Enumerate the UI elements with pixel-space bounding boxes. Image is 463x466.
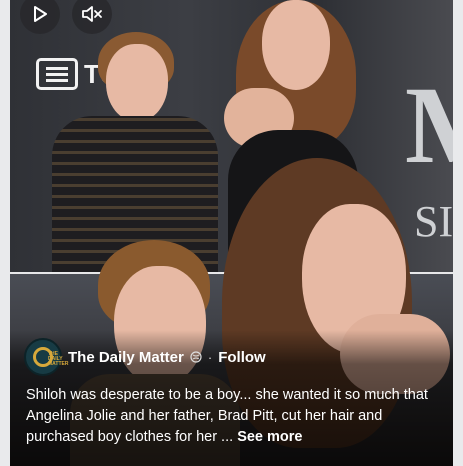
- page-avatar[interactable]: THE DAILY MATTER: [24, 338, 69, 376]
- page-name-link[interactable]: The Daily Matter: [68, 349, 184, 366]
- speaker-muted-icon: [82, 6, 102, 22]
- page-header: THE DAILY MATTER The Daily Matter · Foll…: [24, 338, 266, 376]
- post-caption-overlay: THE DAILY MATTER The Daily Matter · Foll…: [10, 330, 453, 466]
- tv-icon: [36, 58, 78, 90]
- avatar-text: THE DAILY MATTER: [48, 351, 69, 367]
- see-more-link[interactable]: See more: [237, 429, 302, 445]
- post-caption: Shiloh was desperate to be a boy... she …: [26, 385, 440, 448]
- follow-button[interactable]: Follow: [218, 349, 266, 366]
- poster-letters-bottom: SI: [414, 197, 453, 246]
- globe-icon: [190, 351, 202, 363]
- post-media-frame: TSION M SI: [0, 0, 463, 466]
- play-icon: [34, 6, 47, 22]
- poster-letter: M: [405, 70, 453, 180]
- separator-dot: ·: [207, 349, 213, 365]
- caption-text: Shiloh was desperate to be a boy... she …: [26, 387, 428, 445]
